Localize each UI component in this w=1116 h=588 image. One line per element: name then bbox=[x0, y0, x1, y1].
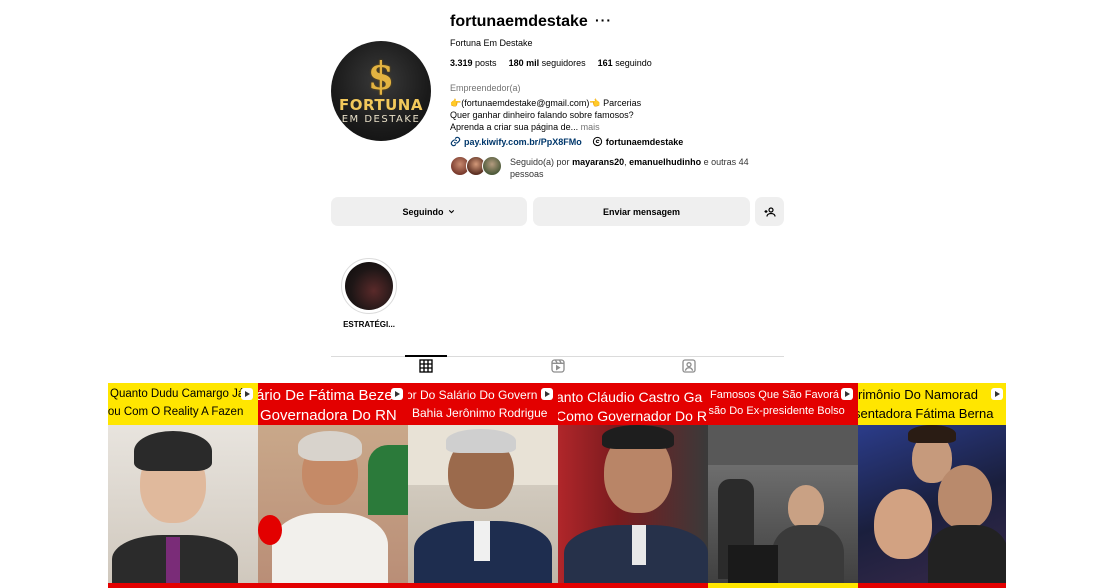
post-tile[interactable]: anto Cláudio Castro Ga Como Governador D… bbox=[558, 383, 708, 588]
posts-grid: Quanto Dudu Camargo Já rou Com O Reality… bbox=[108, 383, 1006, 588]
post-bottom-bar bbox=[108, 583, 258, 588]
tabs-divider bbox=[331, 356, 784, 357]
highlight-label: ESTRATÉGI... bbox=[343, 320, 395, 329]
bio-line: Quer ganhar dinheiro falando sobre famos… bbox=[450, 110, 634, 120]
reel-icon bbox=[841, 388, 853, 400]
post-image bbox=[408, 425, 558, 588]
post-bottom-bar bbox=[858, 583, 1006, 588]
highlight-ring bbox=[341, 258, 397, 314]
profile-links: pay.kiwify.com.br/PpX8FMo fortunaemdesta… bbox=[450, 136, 683, 147]
profile-avatar[interactable]: $ FORTUNA EM DESTAKE bbox=[331, 41, 431, 141]
highlight-cover bbox=[345, 262, 393, 310]
followed-by-text: Seguido(a) por mayarans20, emanuelhudinh… bbox=[510, 157, 749, 179]
send-message-button[interactable]: Enviar mensagem bbox=[533, 197, 750, 226]
bio-line: Aprenda a criar sua página de... mais bbox=[450, 122, 600, 132]
profile-category: Empreendedor(a) bbox=[450, 83, 521, 93]
follower-avatars bbox=[450, 156, 502, 180]
post-caption: rimônio Do Namorad sentadora Fátima Bern… bbox=[858, 383, 1006, 425]
tagged-icon bbox=[682, 359, 696, 373]
post-image bbox=[108, 425, 258, 588]
post-image bbox=[558, 425, 708, 588]
post-caption: Quanto Dudu Camargo Já rou Com O Reality… bbox=[108, 383, 258, 425]
post-tile[interactable]: Famosos Que São Favorá isão Do Ex-presid… bbox=[708, 383, 858, 588]
threads-icon bbox=[592, 136, 602, 147]
link-icon bbox=[450, 136, 461, 147]
bio-line: 👉(fortunaemdestake@gmail.com)👈 Parcerias bbox=[450, 98, 642, 108]
chevron-down-icon bbox=[448, 209, 454, 214]
suggest-people-button[interactable] bbox=[755, 197, 784, 226]
post-tile[interactable]: Quanto Dudu Camargo Já rou Com O Reality… bbox=[108, 383, 258, 588]
post-bottom-bar bbox=[258, 583, 408, 588]
profile-username: fortunaemdestake bbox=[450, 13, 588, 30]
post-caption: ário De Fátima Beze Governadora Do RN bbox=[258, 383, 408, 425]
profile-stats: 3.319 posts 180 mil seguidores 161 segui… bbox=[450, 58, 652, 68]
post-caption: anto Cláudio Castro Ga Como Governador D… bbox=[558, 383, 708, 425]
following-count[interactable]: 161 seguindo bbox=[598, 58, 652, 68]
story-highlight[interactable]: ESTRATÉGI... bbox=[341, 258, 397, 329]
avatar-dollar-sign: $ bbox=[367, 52, 395, 98]
more-options-icon[interactable]: ··· bbox=[595, 12, 612, 28]
post-tile[interactable]: rimônio Do Namorad sentadora Fátima Bern… bbox=[858, 383, 1006, 588]
threads-link[interactable]: fortunaemdestake bbox=[592, 136, 683, 147]
avatar-brand-text: FORTUNA bbox=[339, 95, 423, 114]
avatar-brand-subtext: EM DESTAKE bbox=[341, 113, 421, 125]
external-link[interactable]: pay.kiwify.com.br/PpX8FMo bbox=[450, 136, 582, 147]
add-person-icon bbox=[764, 206, 776, 217]
tab-reels[interactable] bbox=[550, 358, 566, 374]
post-bottom-bar bbox=[708, 583, 858, 588]
profile-full-name: Fortuna Em Destake bbox=[450, 38, 533, 48]
following-button[interactable]: Seguindo bbox=[331, 197, 527, 226]
reels-icon bbox=[551, 359, 565, 373]
post-tile[interactable]: or Do Salário Do Govern Bahia Jerônimo R… bbox=[408, 383, 558, 588]
post-image bbox=[858, 425, 1006, 588]
reel-icon bbox=[541, 388, 553, 400]
reel-icon bbox=[991, 388, 1003, 400]
active-tab-indicator bbox=[405, 355, 447, 357]
profile-bio: 👉(fortunaemdestake@gmail.com)👈 Parcerias… bbox=[450, 97, 780, 133]
bio-more-link[interactable]: mais bbox=[581, 122, 600, 132]
post-image bbox=[708, 425, 858, 588]
followers-count[interactable]: 180 mil seguidores bbox=[509, 58, 586, 68]
post-image bbox=[258, 425, 408, 588]
posts-count: 3.319 posts bbox=[450, 58, 497, 68]
tab-posts[interactable] bbox=[418, 358, 434, 374]
post-bottom-bar bbox=[408, 583, 558, 588]
reel-icon bbox=[241, 388, 253, 400]
avatar bbox=[482, 156, 502, 176]
reel-icon bbox=[391, 388, 403, 400]
post-bottom-bar bbox=[558, 583, 708, 588]
grid-icon bbox=[419, 359, 433, 373]
post-caption: or Do Salário Do Govern Bahia Jerônimo R… bbox=[408, 383, 558, 425]
followed-by[interactable]: Seguido(a) por mayarans20, emanuelhudinh… bbox=[450, 156, 780, 180]
post-tile[interactable]: ário De Fátima Beze Governadora Do RN bbox=[258, 383, 408, 588]
post-caption: Famosos Que São Favorá isão Do Ex-presid… bbox=[708, 383, 858, 425]
tab-tagged[interactable] bbox=[681, 358, 697, 374]
